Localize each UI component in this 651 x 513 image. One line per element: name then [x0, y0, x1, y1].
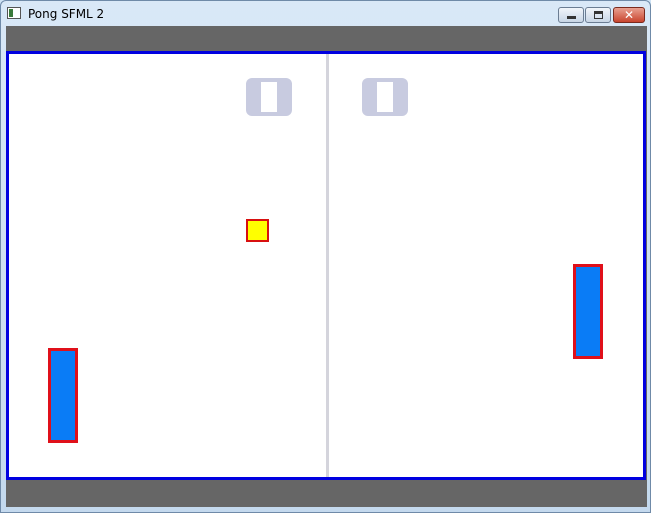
play-field: [6, 51, 646, 480]
left-score-digit: [246, 78, 292, 116]
right-paddle: [573, 264, 603, 359]
window-title: Pong SFML 2: [28, 7, 105, 21]
maximize-button[interactable]: [585, 7, 611, 23]
center-line: [326, 54, 329, 477]
maximize-icon: [594, 11, 603, 19]
title-bar[interactable]: Pong SFML 2 ✕: [1, 1, 650, 27]
app-icon: [7, 7, 21, 19]
app-window: Pong SFML 2 ✕: [0, 0, 651, 513]
close-icon: ✕: [623, 8, 635, 22]
minimize-button[interactable]: [558, 7, 584, 23]
game-canvas[interactable]: [6, 26, 647, 507]
ball: [246, 219, 269, 242]
close-button[interactable]: ✕: [613, 7, 645, 23]
left-paddle: [48, 348, 78, 443]
minimize-icon: [567, 16, 576, 19]
right-score-digit: [362, 78, 408, 116]
